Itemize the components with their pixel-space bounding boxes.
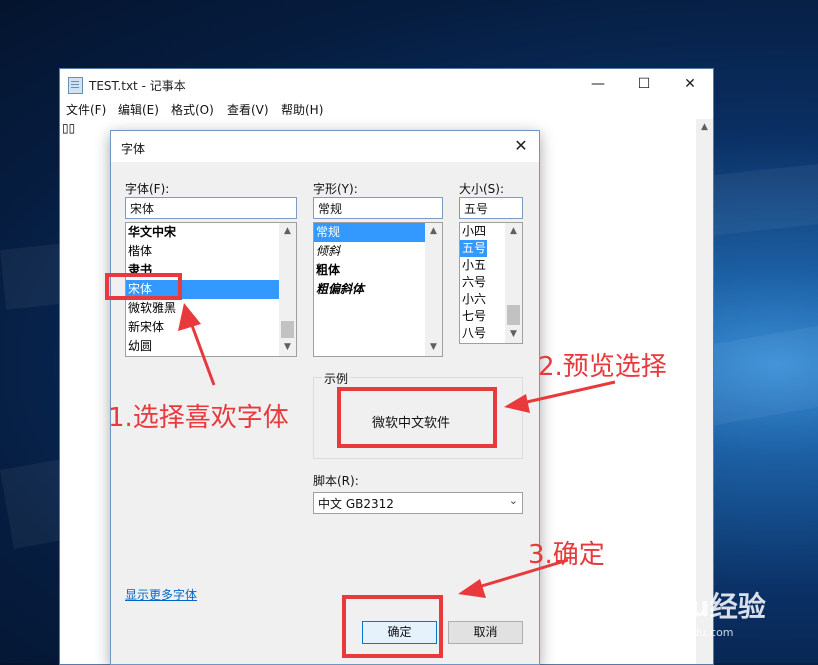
annotation-step-1: 1.选择喜欢字体 [108,403,289,433]
arrow-3-head [458,579,486,598]
arrow-1-head [178,303,201,331]
arrow-2-head [504,394,530,413]
watermark-url: jingyan.baidu.com [632,626,734,639]
arrow-1-shaft [188,319,216,386]
annotation-step-2: 2.预览选择 [538,352,667,382]
annotation-arrows [178,303,616,598]
arrow-2-shaft [517,380,616,406]
watermark-brand: Baidu经验 [620,590,766,623]
annotation-step-3: 3.确定 [528,540,605,570]
